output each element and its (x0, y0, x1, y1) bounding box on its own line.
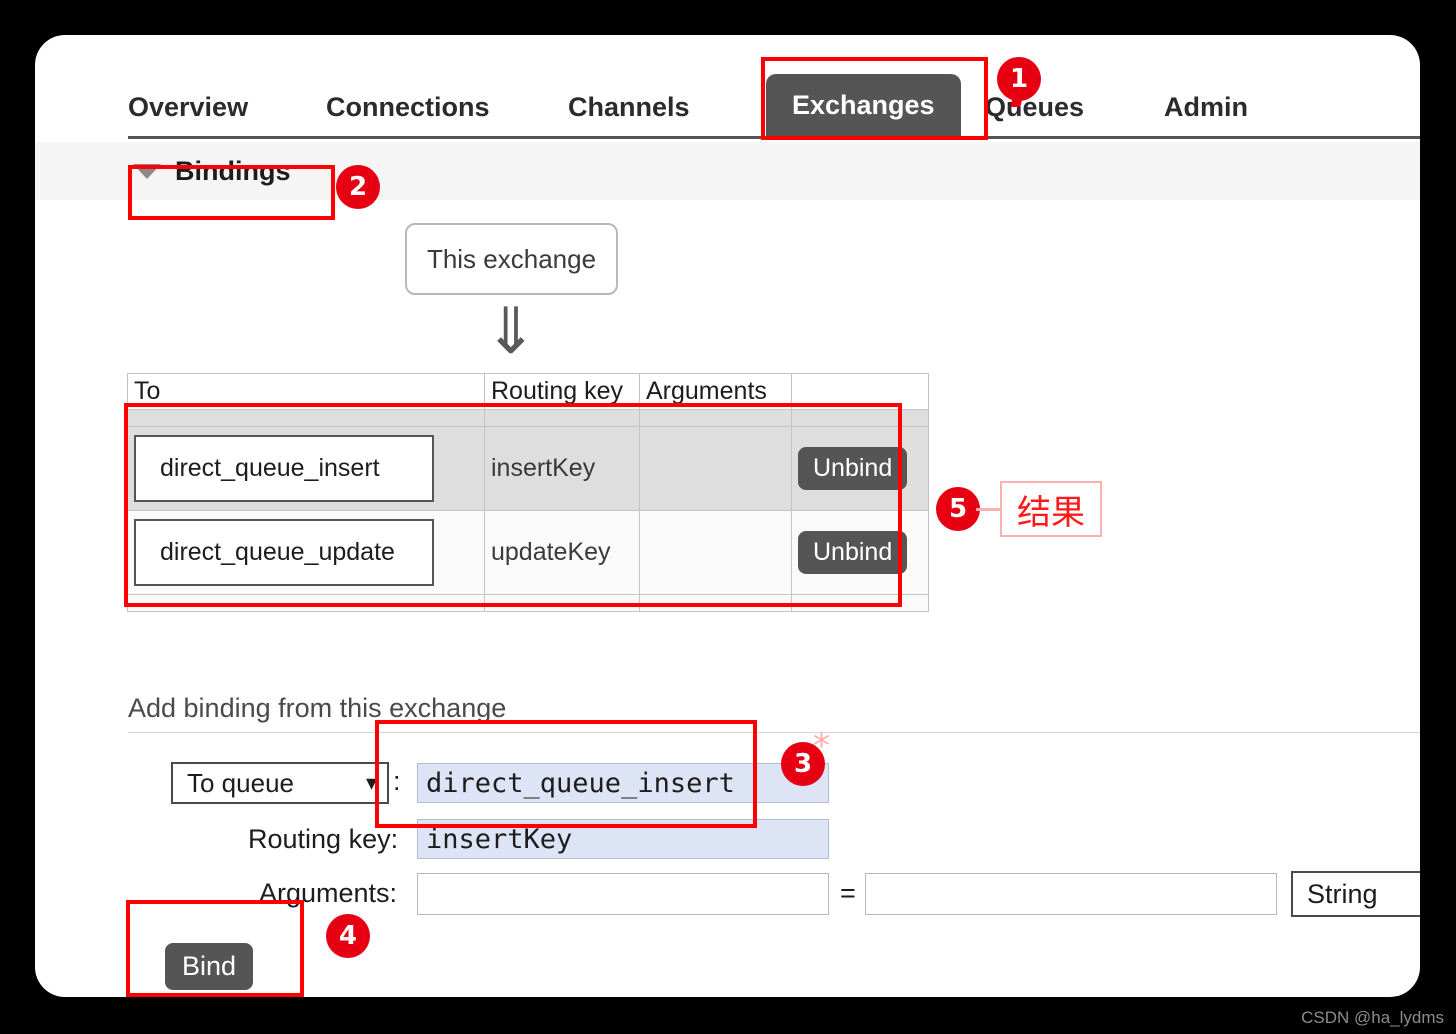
tab-channels-label: Channels (568, 91, 690, 122)
watermark: CSDN @ha_lydms (1301, 1008, 1444, 1027)
table-row: direct_queue_update updateKey Unbind (127, 510, 929, 595)
tab-overview[interactable]: Overview (128, 78, 248, 136)
destination-input-value: direct_queue_insert (426, 767, 735, 799)
spacer-cell (791, 409, 929, 427)
tab-exchanges-label: Exchanges (792, 89, 935, 120)
annotation-badge-1: 1 (997, 57, 1041, 101)
binding-arguments-cell (639, 426, 792, 511)
routing-key-label: Routing key: (248, 824, 399, 854)
queue-link[interactable]: direct_queue_update (134, 519, 434, 586)
this-exchange-node: This exchange (405, 223, 618, 295)
spacer-cell (127, 409, 485, 427)
binding-destination-cell: direct_queue_insert (127, 426, 485, 511)
binding-routing-key-cell: insertKey (484, 426, 640, 511)
tab-exchanges[interactable]: Exchanges (766, 74, 961, 136)
form-colon-separator: : (393, 766, 401, 796)
binding-action-cell: Unbind (791, 426, 929, 511)
spacer-cell (484, 409, 640, 427)
result-callout: 结果 (1000, 481, 1102, 537)
spacer-cell (639, 409, 792, 427)
table-spacer-row (127, 409, 929, 427)
annotation-badge-2: 2 (336, 165, 380, 209)
tab-admin-label: Admin (1164, 91, 1248, 122)
annotation-badge-5: 5 (936, 487, 980, 531)
required-field-asterisk: * (813, 726, 830, 766)
bindings-table-header-row: To Routing key Arguments (127, 373, 929, 410)
main-nav-tabs: Overview Connections Channels Exchanges … (128, 67, 1420, 139)
argument-type-select[interactable]: String ▾ (1291, 871, 1420, 917)
tab-channels[interactable]: Channels (568, 78, 690, 136)
tab-queues-label: Queues (985, 91, 1085, 122)
binding-arguments-cell (639, 510, 792, 595)
unbind-button[interactable]: Unbind (798, 531, 908, 574)
tab-admin[interactable]: Admin (1164, 78, 1248, 136)
tab-connections-label: Connections (326, 91, 490, 122)
result-callout-leader-line (976, 508, 1002, 511)
unbind-button[interactable]: Unbind (798, 447, 908, 490)
bind-button[interactable]: Bind (165, 943, 254, 990)
destination-type-select[interactable]: To queue ▾ (171, 762, 389, 804)
spacer-cell (127, 594, 485, 612)
routing-key-input-value: insertKey (426, 823, 573, 855)
tab-overview-label: Overview (128, 91, 249, 122)
spacer-cell (484, 594, 640, 612)
annotation-badge-4: 4 (326, 914, 370, 958)
routing-key-input[interactable]: insertKey (417, 819, 829, 859)
table-row: direct_queue_insert insertKey Unbind (127, 426, 929, 511)
double-down-arrow-icon: ⇓ (484, 295, 538, 367)
tab-connections[interactable]: Connections (326, 78, 490, 136)
binding-destination-cell: direct_queue_update (127, 510, 485, 595)
argument-key-input[interactable] (417, 873, 829, 915)
screenshot-root: Overview Connections Channels Exchanges … (0, 0, 1456, 1034)
column-header-to: To (127, 373, 485, 410)
destination-type-value: To queue (187, 767, 294, 798)
add-binding-form-title: Add binding from this exchange (128, 693, 507, 723)
queue-link[interactable]: direct_queue_insert (134, 435, 434, 502)
spacer-cell (639, 594, 792, 612)
bindings-section-title: Bindings (175, 155, 291, 186)
rabbitmq-management-card: Overview Connections Channels Exchanges … (35, 35, 1420, 997)
table-spacer-row (127, 594, 929, 612)
equals-sign: = (840, 878, 856, 908)
binding-routing-key-cell: updateKey (484, 510, 640, 595)
chevron-down-icon: ▾ (365, 770, 377, 795)
column-header-arguments: Arguments (639, 373, 792, 410)
bindings-section-header[interactable]: Bindings (35, 142, 1420, 200)
argument-type-value: String (1307, 878, 1378, 909)
argument-value-input[interactable] (865, 873, 1277, 915)
bindings-table: To Routing key Arguments direct_queue_in… (127, 373, 929, 612)
destination-input[interactable]: direct_queue_insert (417, 763, 829, 803)
binding-action-cell: Unbind (791, 510, 929, 595)
column-header-actions (791, 373, 929, 410)
arguments-label: Arguments: (259, 878, 398, 908)
column-header-routing-key: Routing key (484, 373, 640, 410)
this-exchange-node-label: This exchange (426, 243, 597, 274)
triangle-down-icon[interactable] (133, 163, 161, 179)
form-divider (128, 732, 1420, 733)
spacer-cell (791, 594, 929, 612)
